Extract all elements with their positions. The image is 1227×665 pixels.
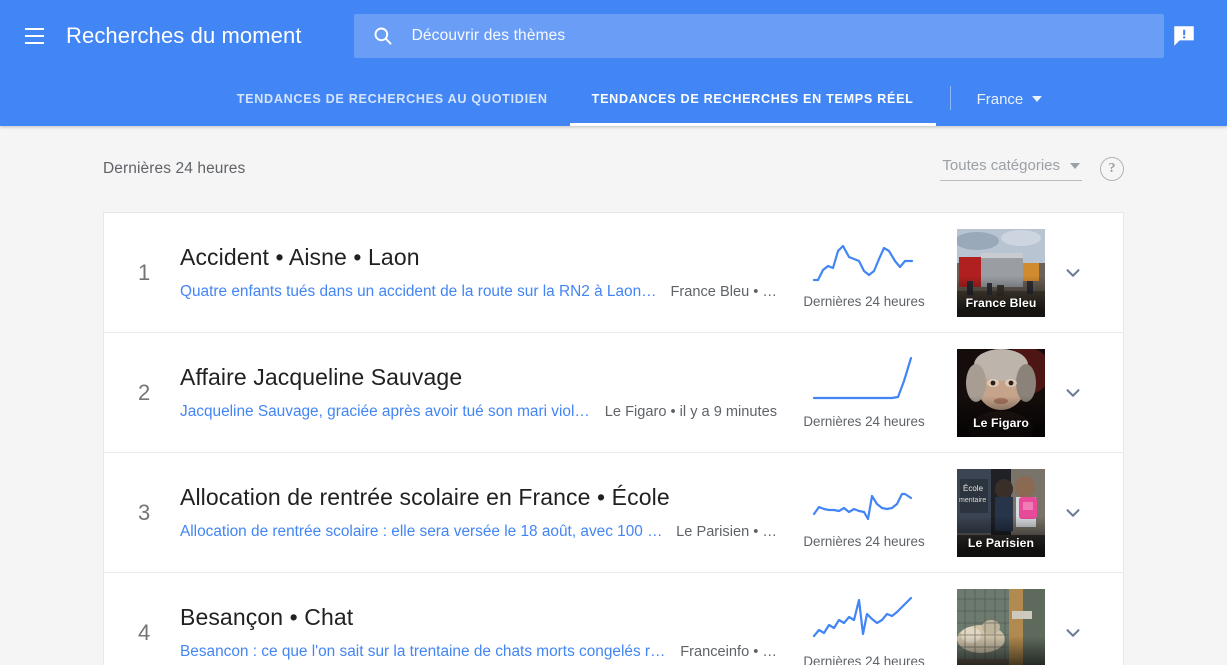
filter-bar: Dernières 24 heures Toutes catégories ? <box>0 126 1227 212</box>
category-selector[interactable]: Toutes catégories <box>940 157 1082 181</box>
sparkline-label: Dernières 24 heures <box>803 654 925 665</box>
trend-row[interactable]: 3 Allocation de rentrée scolaire en Fran… <box>103 452 1124 572</box>
feedback-speech-bubble-icon[interactable] <box>1167 19 1201 53</box>
chevron-down-icon <box>1032 96 1043 102</box>
trend-content: Besançon • Chat Besancon : ce que l'on s… <box>180 604 789 661</box>
sparkline-label: Dernières 24 heures <box>803 414 925 429</box>
tab-daily-label: TENDANCES DE RECHERCHES AU QUOTIDIEN <box>236 92 548 106</box>
thumbnail-shade <box>957 636 1045 665</box>
trend-rank: 2 <box>138 379 151 405</box>
chevron-down-icon <box>1066 388 1080 397</box>
category-label: Toutes catégories <box>942 157 1060 174</box>
menu-bar-2 <box>24 35 44 37</box>
tab-daily-search-trends[interactable]: TENDANCES DE RECHERCHES AU QUOTIDIEN <box>215 72 570 126</box>
sparkline-label: Dernières 24 heures <box>803 294 925 309</box>
article-meta: France Bleu • … <box>670 283 778 300</box>
chevron-down-icon <box>1066 628 1080 637</box>
trend-rank: 4 <box>138 619 151 645</box>
trend-row[interactable]: 1 Accident • Aisne • Laon Quatre enfants… <box>103 212 1124 332</box>
nav-divider <box>949 86 951 110</box>
tab-realtime-label: TENDANCES DE RECHERCHES EN TEMPS RÉEL <box>591 92 914 106</box>
chevron-down-icon <box>1070 162 1080 169</box>
svg-text:École: École <box>963 484 984 493</box>
trend-content: Affaire Jacqueline Sauvage Jacqueline Sa… <box>180 364 789 421</box>
article-link[interactable]: Besancon : ce que l'on sait sur la trent… <box>180 643 670 661</box>
trend-row[interactable]: 2 Affaire Jacqueline Sauvage Jacqueline … <box>103 332 1124 452</box>
trend-article: Allocation de rentrée scolaire : elle se… <box>180 523 777 541</box>
sparkline-chart: Dernières 24 heures <box>789 596 939 665</box>
help-glyph: ? <box>1108 161 1116 176</box>
trend-rank: 1 <box>138 259 151 285</box>
app-title: Recherches du moment <box>66 23 302 48</box>
search-input-placeholder[interactable]: Découvrir des thèmes <box>412 27 566 45</box>
time-range-label: Dernières 24 heures <box>103 160 246 177</box>
trend-title: Allocation de rentrée scolaire en France… <box>180 484 670 511</box>
thumbnail[interactable]: France Bleu <box>957 228 1045 317</box>
trend-rank: 3 <box>138 499 151 525</box>
sparkline-chart: Dernières 24 heures <box>789 356 939 429</box>
trend-title: Accident • Aisne • Laon <box>180 244 420 271</box>
help-circle-icon[interactable]: ? <box>1100 157 1124 181</box>
search-bar[interactable]: Découvrir des thèmes <box>353 14 1164 58</box>
sparkline-svg <box>812 492 913 521</box>
article-meta: Franceinfo • … <box>680 643 777 660</box>
article-meta: Le Parisien • … <box>676 523 777 540</box>
trend-article: Besancon : ce que l'on sait sur la trent… <box>180 643 777 661</box>
trend-title: Besançon • Chat <box>180 604 354 631</box>
trend-list: 1 Accident • Aisne • Laon Quatre enfants… <box>0 212 1227 665</box>
expand-row-button[interactable] <box>1045 262 1101 284</box>
article-meta: Le Figaro • il y a 9 minutes <box>604 403 777 420</box>
article-link[interactable]: Allocation de rentrée scolaire : elle se… <box>180 523 666 541</box>
menu-bar-3 <box>24 42 44 45</box>
thumbnail-source-label: France Bleu <box>965 295 1037 310</box>
hamburger-menu-icon[interactable] <box>10 12 58 60</box>
article-link[interactable]: Jacqueline Sauvage, graciée après avoir … <box>180 403 595 421</box>
chevron-down-icon <box>1066 268 1080 277</box>
thumbnail[interactable]: Le Figaro <box>957 348 1045 437</box>
thumbnail[interactable]: École mentaire Le Parisien <box>957 468 1045 557</box>
article-link[interactable]: Quatre enfants tués dans un accident de … <box>180 283 661 301</box>
menu-bar-1 <box>24 27 44 30</box>
trend-row[interactable]: 4 Besançon • Chat Besancon : ce que l'on… <box>103 572 1124 665</box>
trend-title: Affaire Jacqueline Sauvage <box>180 364 463 391</box>
sparkline-svg <box>812 356 913 400</box>
header-nav-row: TENDANCES DE RECHERCHES AU QUOTIDIEN TEN… <box>0 72 1227 126</box>
trend-article: Quatre enfants tués dans un accident de … <box>180 283 777 301</box>
expand-row-button[interactable] <box>1045 382 1101 404</box>
trend-article: Jacqueline Sauvage, graciée après avoir … <box>180 403 777 421</box>
trend-content: Accident • Aisne • Laon Quatre enfants t… <box>180 244 789 301</box>
svg-text:mentaire: mentaire <box>959 497 986 504</box>
sparkline-chart: Dernières 24 heures <box>789 236 939 309</box>
chevron-down-icon <box>1066 508 1080 517</box>
trend-content: Allocation de rentrée scolaire en France… <box>180 484 789 541</box>
search-icon <box>354 25 412 47</box>
sparkline-svg <box>812 596 913 638</box>
region-selector[interactable]: France <box>977 72 1043 126</box>
filter-controls: Toutes catégories ? <box>940 157 1124 181</box>
thumbnail[interactable] <box>957 588 1045 665</box>
sparkline-label: Dernières 24 heures <box>803 534 925 549</box>
sparkline-chart: Dernières 24 heures <box>789 476 939 549</box>
tab-realtime-search-trends[interactable]: TENDANCES DE RECHERCHES EN TEMPS RÉEL <box>569 72 936 126</box>
header-top-row: Recherches du moment Découvrir des thème… <box>0 0 1227 72</box>
expand-row-button[interactable] <box>1045 502 1101 524</box>
thumbnail-source-label: Le Figaro <box>973 415 1029 430</box>
expand-row-button[interactable] <box>1045 622 1101 644</box>
region-label: France <box>976 90 1024 108</box>
app-header: Recherches du moment Découvrir des thème… <box>0 0 1227 126</box>
thumbnail-source-label: Le Parisien <box>967 535 1035 550</box>
sparkline-svg <box>812 244 914 282</box>
